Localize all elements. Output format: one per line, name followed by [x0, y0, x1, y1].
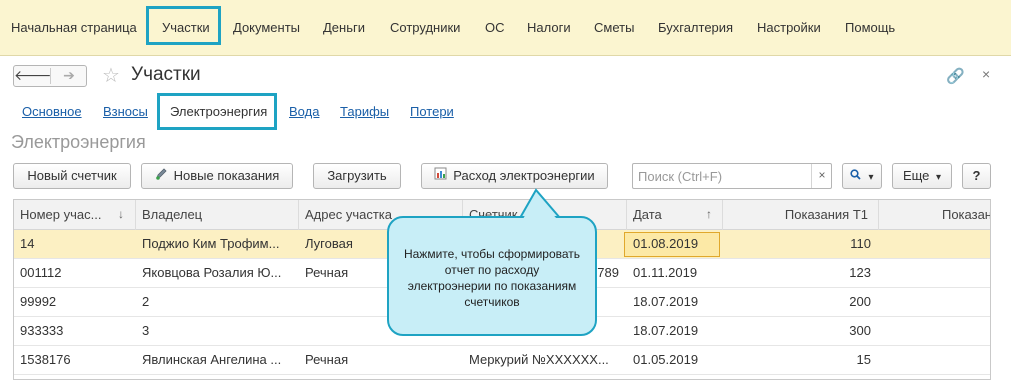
chevron-down-icon: ▾ [868, 172, 874, 183]
cell-owner: Яковцова Розалия Ю... [142, 265, 282, 280]
search-input[interactable] [633, 164, 809, 188]
hint-callout: Нажмите, чтобы сформировать отчет по рас… [387, 216, 597, 336]
report-icon [434, 164, 447, 188]
tab-contributions[interactable]: Взносы [103, 104, 148, 119]
menu-item-taxes[interactable]: Налоги [527, 20, 571, 35]
new-readings-label: Новые показания [173, 168, 280, 183]
tab-tariffs[interactable]: Тарифы [340, 104, 389, 119]
close-icon[interactable]: × [982, 66, 990, 82]
load-button[interactable]: Загрузить [313, 163, 401, 189]
menu-item-help[interactable]: Помощь [845, 20, 895, 35]
column-header-owner[interactable]: Владелец [136, 200, 299, 230]
column-header-label: Владелец [142, 207, 203, 222]
new-readings-button[interactable]: Новые показания [141, 163, 293, 189]
main-menu-bar: Начальная страница Участки Документы Ден… [0, 0, 1011, 56]
cell-meter: Меркурий №XXXXXX... [469, 352, 609, 367]
more-label: Еще [902, 168, 930, 183]
new-meter-button[interactable]: Новый счетчик [13, 163, 131, 189]
more-button[interactable]: Еще ▾ [892, 163, 952, 189]
cell-t1: 200 [849, 294, 871, 309]
electricity-consumption-button[interactable]: Расход электроэнергии [421, 163, 608, 189]
column-header-label: Номер учас... [20, 207, 102, 222]
cell-number: 001112 [20, 265, 62, 280]
column-header-label: Адрес участка [305, 207, 392, 222]
cell-date: 01.05.2019 [633, 352, 699, 367]
menu-item-employees[interactable]: Сотрудники [390, 20, 460, 35]
cell-owner: Поджио Ким Трофим... [142, 236, 280, 251]
menu-item-home[interactable]: Начальная страница [11, 20, 137, 35]
link-icon[interactable]: 🔗 [946, 67, 965, 85]
help-button[interactable]: ? [962, 163, 991, 189]
arrow-left-icon[interactable]: 🡐 [14, 66, 52, 86]
history-nav-group: 🡐 ➔ [13, 65, 87, 87]
sort-down-icon: ↓ [118, 207, 124, 221]
cell-date: 01.08.2019 [633, 236, 699, 251]
menu-item-estimates[interactable]: Сметы [594, 20, 634, 35]
cell-date: 18.07.2019 [633, 294, 699, 309]
search-icon [850, 169, 864, 183]
cell-owner: Явлинская Ангелина ... [142, 352, 282, 367]
sort-up-icon: ↑ [706, 207, 712, 221]
search-button[interactable]: ▾ [842, 163, 882, 189]
menu-item-fixed-assets[interactable]: ОС [485, 20, 505, 35]
cell-t1: 123 [849, 265, 871, 280]
help-label: ? [972, 168, 981, 183]
chevron-down-icon: ▾ [936, 172, 942, 183]
cell-number: 14 [20, 236, 35, 251]
menu-item-money[interactable]: Деньги [323, 20, 365, 35]
cell-date: 01.11.2019 [633, 265, 698, 280]
table-row[interactable]: 1538176 Явлинская Ангелина ... Речная Ме… [14, 346, 990, 375]
cell-t1: 110 [850, 236, 871, 251]
load-label: Загрузить [327, 168, 387, 183]
cell-number: 99992 [20, 294, 57, 309]
section-title: Электроэнергия [11, 132, 146, 152]
column-header-t1[interactable]: Показания Т1 [723, 200, 879, 230]
hint-callout-text: Нажмите, чтобы сформировать отчет по рас… [403, 247, 581, 309]
clear-icon[interactable]: × [811, 164, 832, 188]
tab-water[interactable]: Вода [289, 104, 319, 119]
column-header-label: Дата [633, 207, 662, 222]
menu-item-settings[interactable]: Настройки [757, 20, 821, 35]
cell-t1: 300 [849, 323, 871, 338]
cell-date: 18.07.2019 [633, 323, 699, 338]
tab-main[interactable]: Основное [22, 104, 82, 119]
cell-number: 933333 [20, 323, 64, 338]
cell-t1: 15 [856, 352, 871, 367]
cell-address: Речная [305, 352, 349, 367]
column-header-t2[interactable]: Показан [879, 200, 991, 230]
star-icon[interactable]: ☆ [102, 63, 120, 88]
page-title: Участки [131, 64, 201, 85]
menu-highlight-frame [146, 6, 221, 45]
pencil-icon [155, 164, 168, 188]
menu-item-documents[interactable]: Документы [233, 20, 300, 35]
cell-owner: 2 [142, 294, 150, 309]
column-header-label: Показания Т1 [784, 207, 868, 222]
electricity-consumption-label: Расход электроэнергии [453, 168, 595, 183]
column-header-label: Показан [941, 207, 991, 222]
tab-electricity[interactable]: Электроэнергия [170, 104, 267, 119]
new-meter-label: Новый счетчик [27, 168, 117, 183]
tab-losses[interactable]: Потери [410, 104, 454, 119]
cell-number: 1538176 [20, 352, 71, 367]
cell-owner: 3 [142, 323, 150, 338]
menu-item-accounting[interactable]: Бухгалтерия [658, 20, 733, 35]
search-box: × [632, 163, 832, 189]
arrow-right-icon[interactable]: ➔ [51, 66, 87, 86]
